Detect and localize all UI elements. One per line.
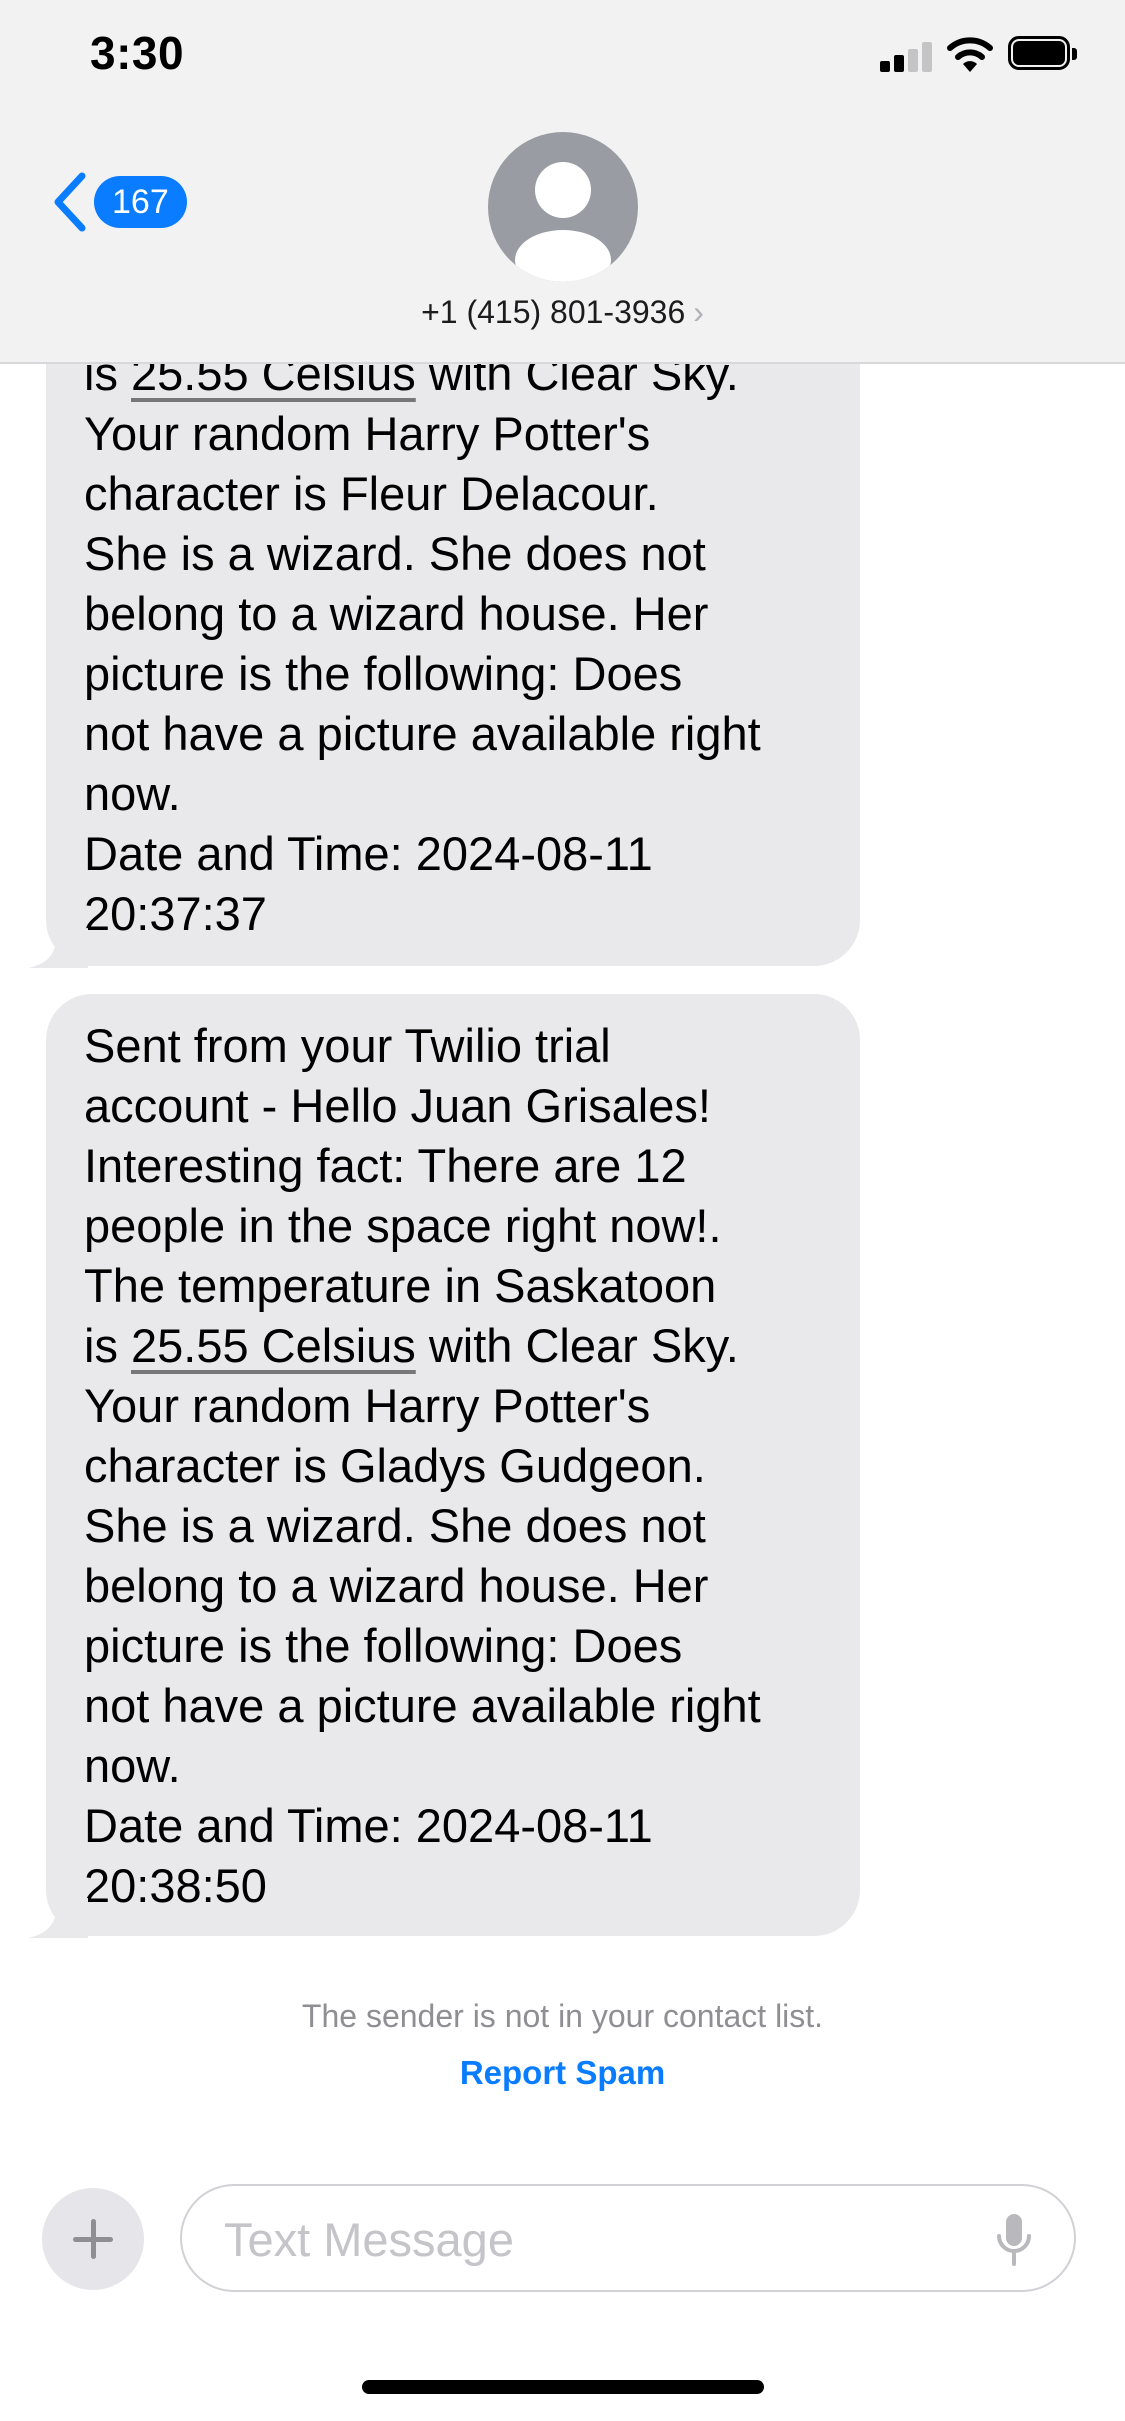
report-spam-link[interactable]: Report Spam [460,2054,665,2091]
message-input-container[interactable] [180,2184,1076,2292]
bubble-tail-icon [28,1898,88,1938]
message-text: Sent from your Twilio trial account - He… [84,1019,761,1912]
detected-data-link[interactable]: 25.55 Celsius [131,1319,416,1372]
message-bubble[interactable]: is 25.55 Celsius with Clear Sky. Your ra… [28,286,860,968]
status-time: 3:30 [90,27,185,79]
unknown-sender-notice: The sender is not in your contact list. [301,1998,824,2034]
contact-number: +1 (415) 801-3936 [421,294,686,330]
chevron-left-icon [54,172,86,232]
home-indicator[interactable] [362,2380,764,2394]
contact-name-button[interactable]: +1 (415) 801-3936 › [0,294,1125,331]
message-input[interactable] [222,2206,966,2272]
apps-plus-button[interactable] [42,2188,144,2290]
message-bubble[interactable]: Sent from your Twilio trial account - He… [28,994,860,1938]
battery-icon [1008,36,1078,72]
unread-count-badge: 167 [94,176,187,228]
wifi-icon [947,37,993,72]
message-text: is 25.55 Celsius with Clear Sky. Your ra… [84,347,761,940]
bubble-tail-icon [28,928,88,968]
person-icon [515,162,611,282]
microphone-icon[interactable] [994,2212,1034,2268]
signal-icon [880,42,932,72]
back-button[interactable]: 167 [44,166,194,236]
status-bar: 3:30 [0,0,1125,110]
contact-avatar[interactable] [488,132,638,282]
chevron-right-icon: › [693,294,704,330]
